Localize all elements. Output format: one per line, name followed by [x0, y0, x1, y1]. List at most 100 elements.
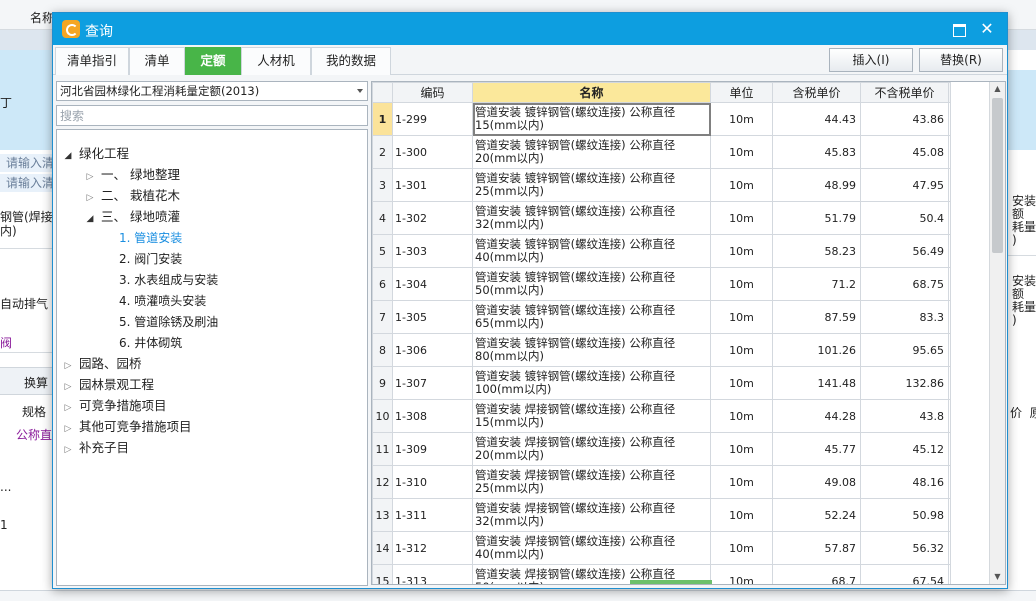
- quota-name[interactable]: 管道安装 镀锌钢管(螺纹连接) 公称直径100(mm以内): [472, 366, 711, 400]
- quota-name[interactable]: 管道安装 镀锌钢管(螺纹连接) 公称直径15(mm以内): [472, 102, 711, 136]
- quota-name[interactable]: 管道安装 镀锌钢管(螺纹连接) 公称直径25(mm以内): [472, 168, 711, 202]
- quota-unit[interactable]: 10m: [710, 564, 773, 584]
- row-number[interactable]: 6: [372, 267, 393, 301]
- quota-unit[interactable]: 10m: [710, 498, 773, 532]
- quota-code[interactable]: 1-311: [392, 498, 473, 532]
- price-without-tax[interactable]: 95.65: [860, 333, 949, 367]
- table-row[interactable]: 5 1-303 管道安装 镀锌钢管(螺纹连接) 公称直径40(mm以内) 10m 58.…: [372, 234, 951, 268]
- quota-name[interactable]: 管道安装 焊接钢管(螺纹连接) 公称直径40(mm以内): [472, 531, 711, 565]
- quota-unit[interactable]: 10m: [710, 531, 773, 565]
- header-price-without-tax[interactable]: 不含税单价: [860, 82, 949, 103]
- price-without-tax[interactable]: 56.32: [860, 531, 949, 565]
- price-with-tax[interactable]: 87.59: [772, 300, 861, 334]
- row-number[interactable]: 2: [372, 135, 393, 169]
- quota-name[interactable]: 管道安装 镀锌钢管(螺纹连接) 公称直径50(mm以内): [472, 267, 711, 301]
- row-number[interactable]: 14: [372, 531, 393, 565]
- dialog-titlebar[interactable]: 查询 ✕: [53, 13, 1007, 45]
- quota-name[interactable]: 管道安装 镀锌钢管(螺纹连接) 公称直径80(mm以内): [472, 333, 711, 367]
- tree-node-greening[interactable]: ◢ 绿化工程: [61, 144, 129, 164]
- price-with-tax[interactable]: 57.87: [772, 531, 861, 565]
- quota-unit[interactable]: 10m: [710, 432, 773, 466]
- price-with-tax[interactable]: 48.99: [772, 168, 861, 202]
- tree-node-competitive-measures[interactable]: ▷ 可竞争措施项目: [61, 396, 167, 416]
- tree-node-other-competitive-measures[interactable]: ▷ 其他可竞争措施项目: [61, 417, 192, 437]
- quota-name[interactable]: 管道安装 镀锌钢管(螺纹连接) 公称直径20(mm以内): [472, 135, 711, 169]
- row-number[interactable]: 9: [372, 366, 393, 400]
- horizontal-scroll-indicator[interactable]: [630, 580, 712, 584]
- quota-code[interactable]: 1-301: [392, 168, 473, 202]
- price-with-tax[interactable]: 44.28: [772, 399, 861, 433]
- quota-name[interactable]: 管道安装 镀锌钢管(螺纹连接) 公称直径65(mm以内): [472, 300, 711, 334]
- quota-unit[interactable]: 10m: [710, 399, 773, 433]
- price-without-tax[interactable]: 56.49: [860, 234, 949, 268]
- collapsed-triangle-icon[interactable]: ▷: [61, 440, 75, 460]
- quota-code[interactable]: 1-309: [392, 432, 473, 466]
- quota-unit[interactable]: 10m: [710, 366, 773, 400]
- price-with-tax[interactable]: 49.08: [772, 465, 861, 499]
- quota-name[interactable]: 管道安装 焊接钢管(螺纹连接) 公称直径32(mm以内): [472, 498, 711, 532]
- row-number[interactable]: 12: [372, 465, 393, 499]
- table-row[interactable]: 6 1-304 管道安装 镀锌钢管(螺纹连接) 公称直径50(mm以内) 10m 71.…: [372, 267, 951, 301]
- price-with-tax[interactable]: 51.79: [772, 201, 861, 235]
- tree-node-sprinkler-irrigation[interactable]: ◢ 三、 绿地喷灌: [83, 207, 180, 227]
- price-without-tax[interactable]: 68.75: [860, 267, 949, 301]
- row-number[interactable]: 1: [372, 102, 393, 136]
- tab-my-data[interactable]: 我的数据: [311, 47, 391, 75]
- tab-quota[interactable]: 定额: [185, 47, 241, 75]
- price-without-tax[interactable]: 48.16: [860, 465, 949, 499]
- scroll-up-icon[interactable]: ▲: [990, 82, 1005, 96]
- table-row[interactable]: 1 1-299 管道安装 镀锌钢管(螺纹连接) 公称直径15(mm以内) 10m 44.…: [372, 102, 951, 136]
- quota-code[interactable]: 1-304: [392, 267, 473, 301]
- quota-name[interactable]: 管道安装 镀锌钢管(螺纹连接) 公称直径32(mm以内): [472, 201, 711, 235]
- maximize-icon[interactable]: [947, 17, 971, 41]
- row-number[interactable]: 7: [372, 300, 393, 334]
- quota-code[interactable]: 1-306: [392, 333, 473, 367]
- table-row[interactable]: 10 1-308 管道安装 焊接钢管(螺纹连接) 公称直径15(mm以内) 10m 44…: [372, 399, 951, 433]
- price-with-tax[interactable]: 101.26: [772, 333, 861, 367]
- row-number[interactable]: 8: [372, 333, 393, 367]
- tree-leaf-water-meter[interactable]: 3. 水表组成与安装: [119, 270, 218, 290]
- quota-code[interactable]: 1-299: [392, 102, 473, 136]
- row-number[interactable]: 13: [372, 498, 393, 532]
- quota-unit[interactable]: 10m: [710, 102, 773, 136]
- search-input[interactable]: [56, 105, 368, 126]
- price-without-tax[interactable]: 45.08: [860, 135, 949, 169]
- header-name[interactable]: 名称: [472, 82, 711, 103]
- table-row[interactable]: 12 1-310 管道安装 焊接钢管(螺纹连接) 公称直径25(mm以内) 10m 49…: [372, 465, 951, 499]
- quota-code[interactable]: 1-310: [392, 465, 473, 499]
- quota-code[interactable]: 1-313: [392, 564, 473, 584]
- header-row-number[interactable]: [372, 82, 393, 103]
- tree-node-supplementary[interactable]: ▷ 补充子目: [61, 438, 129, 458]
- quota-code[interactable]: 1-307: [392, 366, 473, 400]
- quota-code[interactable]: 1-300: [392, 135, 473, 169]
- price-without-tax[interactable]: 50.4: [860, 201, 949, 235]
- bg-hint-1[interactable]: 请输入清: [0, 154, 54, 172]
- tab-bill[interactable]: 清单: [129, 47, 185, 75]
- quota-code[interactable]: 1-302: [392, 201, 473, 235]
- quota-unit[interactable]: 10m: [710, 135, 773, 169]
- price-with-tax[interactable]: 141.48: [772, 366, 861, 400]
- quota-code[interactable]: 1-305: [392, 300, 473, 334]
- row-number[interactable]: 10: [372, 399, 393, 433]
- collapsed-triangle-icon[interactable]: ▷: [61, 398, 75, 418]
- quota-library-select[interactable]: 河北省园林绿化工程消耗量定额(2013): [56, 81, 368, 101]
- tree-leaf-sprinkler-head[interactable]: 4. 喷灌喷头安装: [119, 291, 206, 311]
- collapsed-triangle-icon[interactable]: ▷: [61, 419, 75, 439]
- row-number[interactable]: 3: [372, 168, 393, 202]
- price-with-tax[interactable]: 58.23: [772, 234, 861, 268]
- table-row[interactable]: 4 1-302 管道安装 镀锌钢管(螺纹连接) 公称直径32(mm以内) 10m 51.…: [372, 201, 951, 235]
- header-unit[interactable]: 单位: [710, 82, 773, 103]
- table-row[interactable]: 13 1-311 管道安装 焊接钢管(螺纹连接) 公称直径32(mm以内) 10m 52…: [372, 498, 951, 532]
- price-with-tax[interactable]: 68.7: [772, 564, 861, 584]
- table-row[interactable]: 3 1-301 管道安装 镀锌钢管(螺纹连接) 公称直径25(mm以内) 10m 48.…: [372, 168, 951, 202]
- quota-name[interactable]: 管道安装 焊接钢管(螺纹连接) 公称直径15(mm以内): [472, 399, 711, 433]
- close-icon[interactable]: ✕: [975, 17, 999, 41]
- tree-leaf-well-masonry[interactable]: 6. 井体砌筑: [119, 333, 182, 353]
- quota-unit[interactable]: 10m: [710, 201, 773, 235]
- insert-button[interactable]: 插入(I): [829, 48, 913, 72]
- price-without-tax[interactable]: 67.54: [860, 564, 949, 584]
- tree-leaf-pipe-rust-removal[interactable]: 5. 管道除锈及刷油: [119, 312, 218, 332]
- table-row[interactable]: 14 1-312 管道安装 焊接钢管(螺纹连接) 公称直径40(mm以内) 10m 57…: [372, 531, 951, 565]
- replace-button[interactable]: 替换(R): [919, 48, 1003, 72]
- quota-unit[interactable]: 10m: [710, 465, 773, 499]
